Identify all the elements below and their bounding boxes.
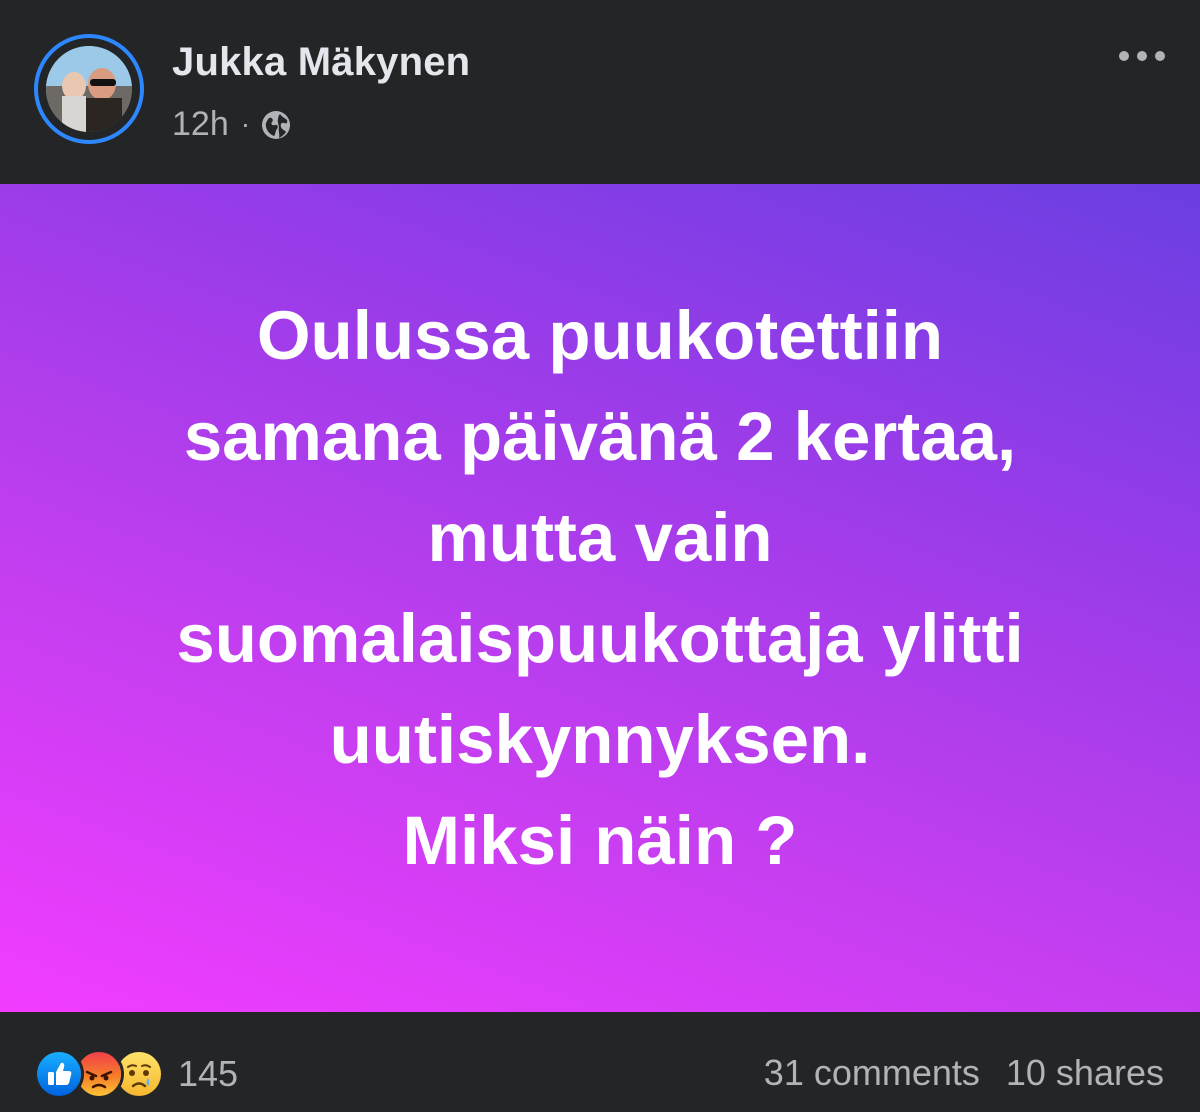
author-name[interactable]: Jukka Mäkynen <box>172 40 470 85</box>
post-stats: 31 comments 10 shares <box>764 1052 1164 1094</box>
reaction-count: 145 <box>178 1053 239 1094</box>
post-text: Oulussa puukotettiin samana päivänä 2 ke… <box>60 285 1140 891</box>
meta-separator: · <box>240 108 251 139</box>
like-icon <box>34 1049 84 1099</box>
avatar[interactable] <box>46 46 132 132</box>
more-options-button[interactable] <box>1110 38 1174 74</box>
post-text-line: mutta vain <box>427 499 773 576</box>
post-footer: 145 31 comments 10 shares <box>0 1012 1200 1112</box>
reactions-summary[interactable]: 145 <box>34 1049 239 1099</box>
post-text-line: uutiskynnyksen. <box>329 701 871 778</box>
post-text-line: suomalaispuukottaja ylitti <box>176 600 1024 677</box>
shares-count-link[interactable]: 10 shares <box>1006 1052 1164 1094</box>
post-header: Jukka Mäkynen 12h · <box>0 0 1200 184</box>
author-avatar-ring[interactable] <box>34 34 144 144</box>
post-meta: 12h · <box>172 104 292 144</box>
globe-icon[interactable] <box>260 109 292 141</box>
more-horizontal-icon <box>1119 51 1129 61</box>
avatar-photo <box>46 46 132 132</box>
comments-count-link[interactable]: 31 comments <box>764 1052 980 1094</box>
post-text-line: Oulussa puukotettiin <box>256 297 944 374</box>
more-dot <box>1155 51 1165 61</box>
post-text-line: Miksi näin ? <box>402 802 798 879</box>
more-dot <box>1137 51 1147 61</box>
post-background-card[interactable]: Oulussa puukotettiin samana päivänä 2 ke… <box>0 184 1200 1012</box>
post-text-line: samana päivänä 2 kertaa, <box>183 398 1017 475</box>
post-time[interactable]: 12h <box>172 105 229 144</box>
